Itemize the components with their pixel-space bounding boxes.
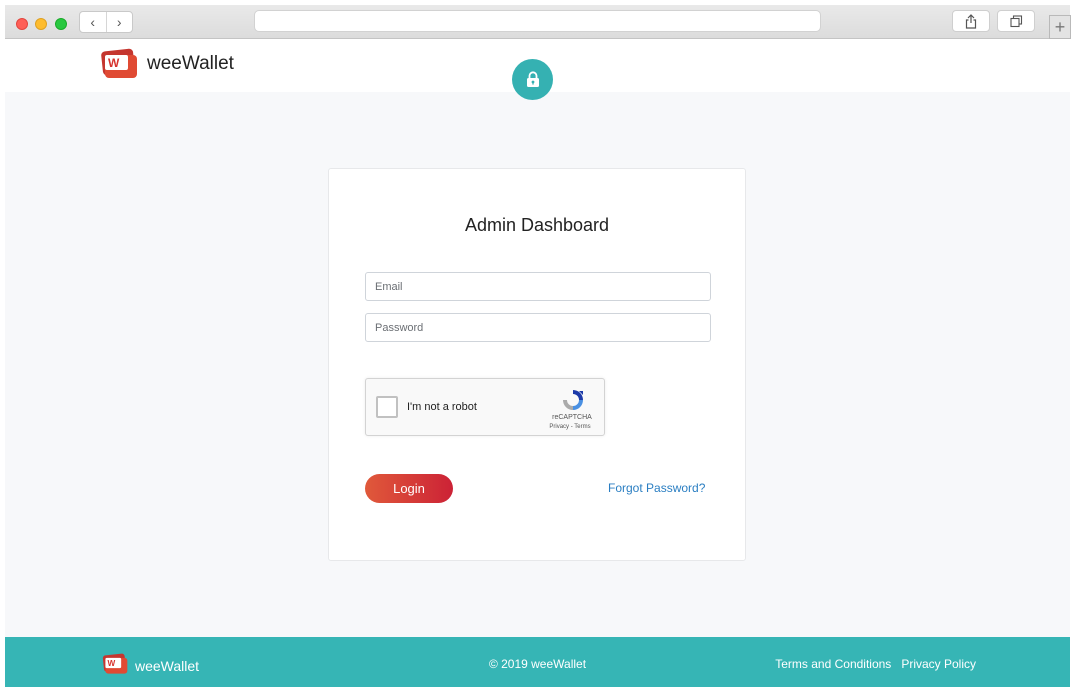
minimize-window-button[interactable] — [35, 18, 47, 30]
recaptcha-widget: I'm not a robot reCAPTCHA Privacy - Term… — [365, 378, 605, 436]
login-button[interactable]: Login — [365, 474, 453, 503]
new-tab-button[interactable]: + — [1049, 15, 1071, 39]
recaptcha-links[interactable]: Privacy - Terms — [538, 424, 602, 430]
privacy-policy-link[interactable]: Privacy Policy — [901, 657, 976, 671]
forgot-password-link[interactable]: Forgot Password? — [608, 481, 705, 495]
site-footer: W weeWallet © 2019 weeWallet Terms and C… — [5, 637, 1070, 687]
close-window-button[interactable] — [16, 18, 28, 30]
tab-overview-button[interactable] — [997, 10, 1035, 32]
recaptcha-brand: reCAPTCHA — [552, 414, 592, 421]
zoom-window-button[interactable] — [55, 18, 67, 30]
browser-toolbar: ‹ › + — [5, 5, 1071, 39]
footer-links: Terms and Conditions Privacy Policy — [775, 657, 976, 671]
address-bar[interactable] — [254, 10, 821, 32]
svg-text:W: W — [108, 56, 120, 70]
brand-name[interactable]: weeWallet — [147, 53, 234, 75]
lock-badge — [512, 59, 553, 100]
login-card: Admin Dashboard I'm not a robot reCAPTCH… — [328, 168, 746, 561]
password-field[interactable] — [365, 313, 711, 342]
share-button[interactable] — [952, 10, 990, 32]
tabs-icon — [1009, 14, 1022, 27]
terms-link[interactable]: Terms and Conditions — [775, 657, 891, 671]
recaptcha-label: I'm not a robot — [407, 401, 477, 413]
weewallet-logo-icon[interactable]: W — [100, 48, 138, 80]
back-button[interactable]: ‹ — [80, 12, 106, 32]
email-field[interactable] — [365, 272, 711, 301]
lock-icon — [526, 71, 539, 87]
forward-button[interactable]: › — [105, 12, 133, 32]
recaptcha-logo-icon — [563, 390, 583, 410]
history-nav: ‹ › — [79, 11, 133, 33]
page-title: Admin Dashboard — [464, 215, 610, 235]
share-icon — [965, 13, 977, 29]
main-content: Admin Dashboard I'm not a robot reCAPTCH… — [5, 92, 1070, 637]
recaptcha-checkbox[interactable] — [376, 396, 398, 418]
